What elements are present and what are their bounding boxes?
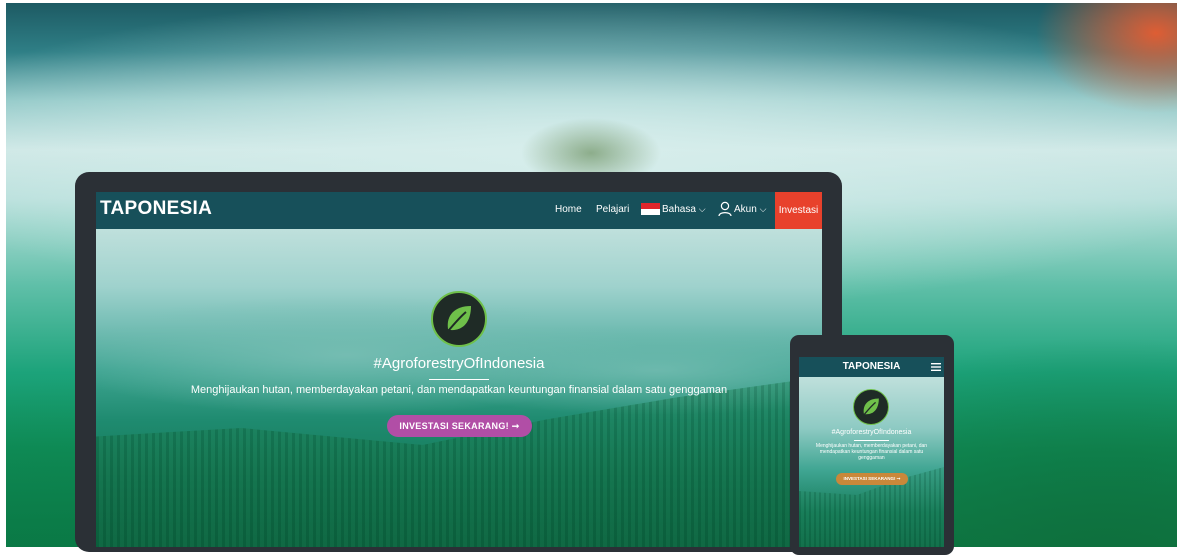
language-label: Bahasa <box>662 204 696 215</box>
leaf-icon-graphic <box>863 398 879 415</box>
mobile-brand-logo[interactable]: TAPONESIA <box>799 361 944 372</box>
mobile-screen: TAPONESIA #AgroforestryOfIndonesia Mengh… <box>799 357 944 547</box>
brand-logo[interactable]: TAPONESIA <box>100 198 212 220</box>
leaf-icon-graphic <box>447 306 471 331</box>
nav-home[interactable]: Home <box>555 204 582 215</box>
mobile-hero-divider <box>854 440 889 441</box>
user-icon <box>718 201 732 217</box>
hero-title: #AgroforestryOfIndonesia <box>373 355 545 372</box>
hero-subtitle: Menghijaukan hutan, memberdayakan petani… <box>190 384 728 396</box>
mobile-invest-now-button[interactable]: INVESTASI SEKARANG! ➞ <box>836 473 908 485</box>
mobile-hero-section: #AgroforestryOfIndonesia Menghijaukan hu… <box>799 377 944 547</box>
chevron-down-icon: ⌵ <box>698 204 706 214</box>
chevron-down-icon: ⌵ <box>759 204 767 214</box>
indonesia-flag-icon <box>641 203 660 215</box>
hamburger-menu-icon[interactable] <box>931 362 941 372</box>
invest-now-button[interactable]: INVESTASI SEKARANG! ➞ <box>387 415 532 437</box>
hero-divider <box>429 379 489 380</box>
leaf-icon <box>853 389 889 425</box>
desktop-screen: TAPONESIA Home Pelajari Bahasa ⌵ Akun ⌵ … <box>96 192 822 547</box>
account-label: Akun <box>734 204 757 215</box>
mobile-navbar: TAPONESIA <box>799 357 944 377</box>
nav-learn[interactable]: Pelajari <box>596 204 629 215</box>
mobile-hero-title: #AgroforestryOfIndonesia <box>831 429 912 436</box>
hero-section: #AgroforestryOfIndonesia Menghijaukan hu… <box>96 229 822 547</box>
leaf-icon <box>431 291 487 347</box>
mobile-hero-subtitle: Menghijaukan hutan, memberdayakan petani… <box>815 443 928 461</box>
nav-language[interactable]: Bahasa ⌵ <box>662 204 706 215</box>
nav-account[interactable]: Akun ⌵ <box>734 204 766 215</box>
navbar: TAPONESIA Home Pelajari Bahasa ⌵ Akun ⌵ … <box>96 192 822 229</box>
invest-button[interactable]: Investasi <box>775 192 822 229</box>
